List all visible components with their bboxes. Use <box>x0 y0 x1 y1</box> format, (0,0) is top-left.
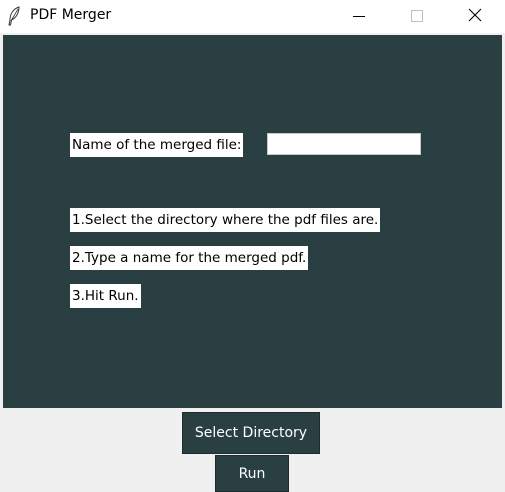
merged-file-name-label: Name of the merged file: <box>70 133 244 157</box>
select-directory-button[interactable]: Select Directory <box>182 412 320 454</box>
close-button[interactable] <box>447 0 503 33</box>
minimize-button[interactable] <box>331 0 387 33</box>
maximize-button[interactable] <box>389 0 445 33</box>
instruction-step-3: 3.Hit Run. <box>70 284 141 308</box>
merged-file-name-input[interactable] <box>267 133 421 155</box>
main-panel: Name of the merged file: 1.Select the di… <box>3 35 502 408</box>
window-title: PDF Merger <box>30 7 112 23</box>
minimize-icon <box>353 7 365 26</box>
maximize-icon <box>411 7 423 26</box>
close-icon <box>468 7 482 26</box>
title-bar[interactable]: PDF Merger <box>0 0 505 33</box>
app-window: PDF Merger Name of the merged file: 1.Se… <box>0 0 505 492</box>
instruction-step-1: 1.Select the directory where the pdf fil… <box>70 208 381 232</box>
feather-icon <box>7 6 21 26</box>
instruction-step-2: 2.Type a name for the merged pdf. <box>70 246 309 270</box>
run-button[interactable]: Run <box>215 455 289 492</box>
